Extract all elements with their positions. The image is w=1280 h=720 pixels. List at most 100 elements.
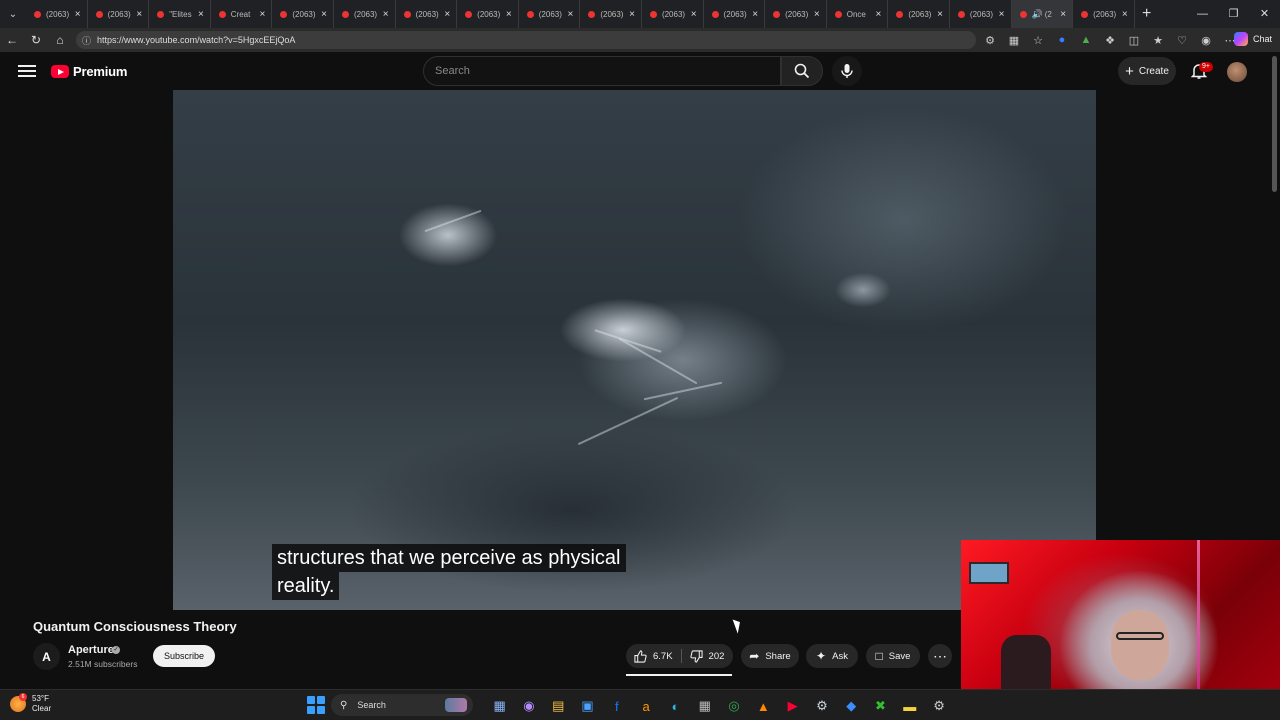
favorite-star-icon[interactable]: ☆ xyxy=(1026,34,1050,47)
split-screen-icon[interactable]: ◫ xyxy=(1122,34,1146,47)
audio-playing-icon[interactable]: 🔊 xyxy=(1032,9,1043,20)
windows-start-icon[interactable] xyxy=(307,696,325,714)
address-bar[interactable]: ⓘ https://www.youtube.com/watch?v=5HgxcE… xyxy=(76,31,976,49)
extension-icon[interactable]: ● xyxy=(1050,34,1074,46)
browser-tab[interactable]: Creat × xyxy=(211,0,273,28)
back-icon[interactable]: ← xyxy=(0,33,24,47)
browser-tab[interactable]: (2063) × xyxy=(272,0,334,28)
dislike-button[interactable]: 202 xyxy=(682,644,733,668)
copilot-chat-button[interactable]: Chat xyxy=(1233,32,1272,46)
ask-button[interactable]: ✦ Ask xyxy=(806,644,858,668)
channel-avatar[interactable]: A xyxy=(33,643,60,670)
facebook-icon[interactable]: f xyxy=(602,694,631,718)
copilot-icon[interactable]: ◉ xyxy=(514,694,543,718)
app-available-icon[interactable]: ▦ xyxy=(1002,34,1026,47)
browser-tab[interactable]: Once × xyxy=(827,0,889,28)
browser-tab[interactable]: "Elites × xyxy=(149,0,211,28)
extensions-puzzle-icon[interactable]: ❖ xyxy=(1098,34,1122,47)
browser-tab[interactable]: (2063) × xyxy=(765,0,827,28)
chrome-icon[interactable]: ◎ xyxy=(719,694,748,718)
restore-icon[interactable]: ❐ xyxy=(1218,0,1249,28)
home-icon[interactable]: ⌂ xyxy=(48,33,72,47)
url-text: https://www.youtube.com/watch?v=5HgxcEEj… xyxy=(97,35,296,45)
extension-icon[interactable]: ▲ xyxy=(1074,34,1098,46)
close-tab-icon[interactable]: × xyxy=(814,9,820,20)
taskbar-search[interactable]: ⚲ Search xyxy=(331,694,473,716)
close-tab-icon[interactable]: × xyxy=(875,9,881,20)
app-icon[interactable]: ◆ xyxy=(837,694,866,718)
browser-tab[interactable]: (2063) × xyxy=(704,0,766,28)
xbox-icon[interactable]: ✖ xyxy=(866,694,895,718)
youtube-icon[interactable]: ▶ xyxy=(778,694,807,718)
page-scrollbar[interactable] xyxy=(1272,56,1277,192)
video-frame-detail xyxy=(618,337,698,385)
hamburger-menu-icon[interactable] xyxy=(18,62,36,80)
subscribe-button[interactable]: Subscribe xyxy=(153,645,215,667)
refresh-icon[interactable]: ↻ xyxy=(24,33,48,47)
close-tab-icon[interactable]: × xyxy=(1122,9,1128,20)
search-input[interactable]: Search xyxy=(423,56,781,86)
youtube-premium-logo[interactable]: Premium xyxy=(51,64,127,79)
vlc-icon[interactable]: ▲ xyxy=(749,694,778,718)
folder-icon[interactable]: ▤ xyxy=(544,694,573,718)
new-tab-button[interactable]: + xyxy=(1135,5,1159,23)
account-avatar[interactable] xyxy=(1227,62,1247,82)
close-tab-icon[interactable]: × xyxy=(444,9,450,20)
browser-tab[interactable]: (2063) × xyxy=(1073,0,1135,28)
close-tab-icon[interactable]: × xyxy=(629,9,635,20)
like-button[interactable]: 6.7K xyxy=(626,644,681,668)
browser-tab[interactable]: (2063) × xyxy=(519,0,581,28)
close-tab-icon[interactable]: × xyxy=(506,9,512,20)
save-button[interactable]: □ Save xyxy=(866,644,920,668)
read-aloud-icon[interactable]: ⚙ xyxy=(978,34,1002,47)
close-window-icon[interactable]: ✕ xyxy=(1249,0,1280,28)
settings-icon[interactable]: ⚙ xyxy=(924,694,953,718)
tab-actions-menu-icon[interactable]: ⌄ xyxy=(0,0,26,28)
notes-icon[interactable]: ▬ xyxy=(895,694,924,718)
voice-search-button[interactable] xyxy=(832,56,862,86)
close-tab-icon[interactable]: × xyxy=(260,9,266,20)
close-tab-icon[interactable]: × xyxy=(568,9,574,20)
profile-icon[interactable]: ◉ xyxy=(1194,34,1218,47)
edge-icon[interactable]: ◐ xyxy=(661,694,690,718)
store-icon[interactable]: ▣ xyxy=(573,694,602,718)
search-button[interactable] xyxy=(781,56,823,86)
favorites-icon[interactable]: ★ xyxy=(1146,34,1170,47)
browser-tab[interactable]: (2063) × xyxy=(642,0,704,28)
close-tab-icon[interactable]: × xyxy=(937,9,943,20)
tab-title: (2063) xyxy=(661,9,686,19)
video-player[interactable] xyxy=(173,90,1096,610)
browser-tab[interactable]: 🔊 (2 × xyxy=(1011,0,1074,28)
steam-icon[interactable]: ⚙ xyxy=(807,694,836,718)
browser-tab[interactable]: (2063) × xyxy=(457,0,519,28)
close-tab-icon[interactable]: × xyxy=(691,9,697,20)
amazon-icon[interactable]: a xyxy=(631,694,660,718)
site-info-icon[interactable]: ⓘ xyxy=(82,34,91,47)
close-tab-icon[interactable]: × xyxy=(383,9,389,20)
browser-tab[interactable]: (2063) × xyxy=(396,0,458,28)
browser-essentials-icon[interactable]: ♡ xyxy=(1170,34,1194,47)
close-tab-icon[interactable]: × xyxy=(75,9,81,20)
more-actions-button[interactable]: ⋯ xyxy=(928,644,952,668)
close-tab-icon[interactable]: × xyxy=(136,9,142,20)
browser-tab[interactable]: (2063) × xyxy=(580,0,642,28)
channel-name[interactable]: Aperture xyxy=(68,644,114,656)
close-tab-icon[interactable]: × xyxy=(198,9,204,20)
close-tab-icon[interactable]: × xyxy=(999,9,1005,20)
file-explorer-icon[interactable]: ▦ xyxy=(485,694,514,718)
weather-widget[interactable]: 6 53°F Clear xyxy=(10,693,51,714)
browser-tab[interactable]: (2063) × xyxy=(88,0,150,28)
sparkle-icon: ✦ xyxy=(816,649,827,663)
close-tab-icon[interactable]: × xyxy=(752,9,758,20)
browser-tab[interactable]: (2063) × xyxy=(334,0,396,28)
share-button[interactable]: ➦ Share xyxy=(741,644,799,668)
browser-tab[interactable]: (2063) × xyxy=(888,0,950,28)
minimize-icon[interactable]: — xyxy=(1187,0,1218,28)
browser-tab[interactable]: (2063) × xyxy=(950,0,1012,28)
create-button[interactable]: + Create xyxy=(1118,57,1176,85)
close-tab-icon[interactable]: × xyxy=(321,9,327,20)
browser-tab[interactable]: (2063) × xyxy=(26,0,88,28)
webcam-person xyxy=(1111,610,1169,680)
close-tab-icon[interactable]: × xyxy=(1060,9,1066,20)
calculator-icon[interactable]: ▦ xyxy=(690,694,719,718)
